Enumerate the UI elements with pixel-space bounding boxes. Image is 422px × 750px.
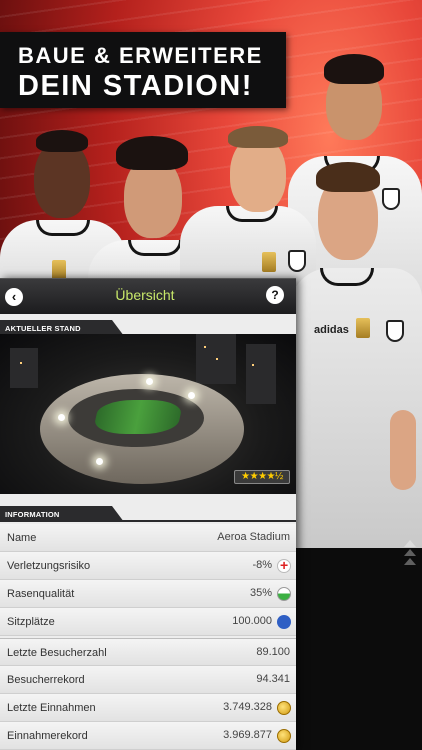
- coin-icon: [277, 729, 291, 743]
- panel-header: ‹ Übersicht ?: [0, 278, 296, 314]
- info-row-attendance-record: Besucherrekord 94.341: [0, 666, 296, 694]
- headline-line-2: DEIN STADION!: [18, 70, 253, 102]
- back-arrow-icon[interactable]: ‹: [5, 288, 23, 306]
- seat-icon: [277, 615, 291, 629]
- medical-cross-icon: [277, 557, 291, 573]
- chevron-decoration-icon: [404, 540, 418, 570]
- question-mark-icon[interactable]: ?: [266, 286, 284, 304]
- info-row-injury-risk: Verletzungsrisiko -8%: [0, 552, 296, 580]
- adidas-logo: adidas: [314, 324, 349, 336]
- coin-icon: [277, 701, 291, 715]
- grass-icon: [277, 587, 291, 601]
- info-row-last-attendance: Letzte Besucherzahl 89.100: [0, 638, 296, 666]
- stadium-image: ★★★★½: [0, 334, 296, 494]
- headline-line-1: BAUE & ERWEITERE: [18, 43, 263, 68]
- info-row-last-revenue: Letzte Einnahmen 3.749.328: [0, 694, 296, 722]
- info-row-revenue-record: Einnahmerekord 3.969.877: [0, 722, 296, 750]
- info-row-seats: Sitzplätze 100.000: [0, 608, 296, 636]
- star-rating: ★★★★½: [234, 470, 290, 484]
- info-table: Name Aeroa Stadium Verletzungsrisiko -8%…: [0, 524, 296, 750]
- info-row-name: Name Aeroa Stadium: [0, 524, 296, 552]
- promo-headline: BAUE & ERWEITERE DEIN STADION!: [0, 32, 286, 108]
- info-row-grass-quality: Rasenqualität 35%: [0, 580, 296, 608]
- player-front-right: adidas: [290, 160, 422, 750]
- stadium-overview-panel: ‹ Übersicht ? AKTUELLER STAND ★★★★½ INFO…: [0, 278, 296, 750]
- panel-title: Übersicht: [115, 287, 175, 303]
- app-store-screenshot: adidas BAUE & ERWEITERE DEIN STADION! ‹ …: [0, 0, 422, 750]
